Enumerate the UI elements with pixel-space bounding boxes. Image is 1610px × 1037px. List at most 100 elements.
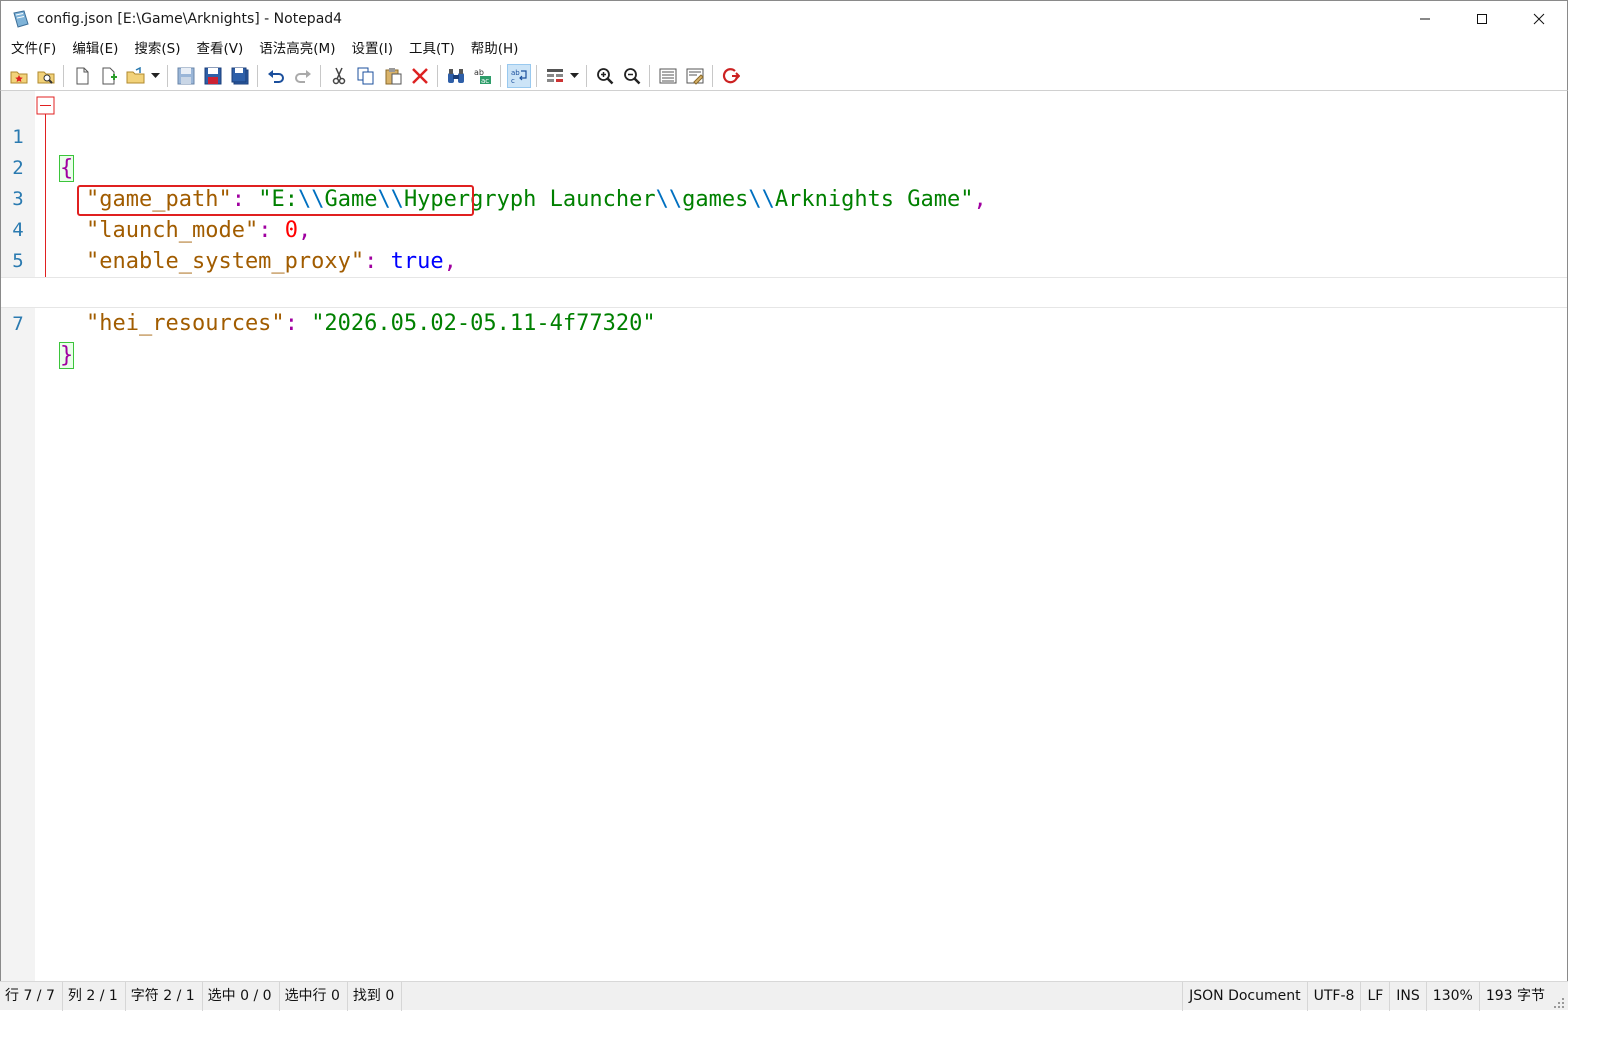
menu-settings[interactable]: 设置(I) — [343, 37, 401, 61]
toolbar-separator — [437, 64, 438, 87]
menu-edit[interactable]: 编辑(E) — [64, 37, 126, 61]
toolbar-separator — [167, 64, 168, 87]
toolbar-separator — [63, 64, 64, 87]
delete-button[interactable] — [408, 64, 432, 88]
status-zoom[interactable]: 130% — [1425, 981, 1479, 1011]
replace-button[interactable]: ab ac — [471, 64, 495, 88]
svg-text:ab: ab — [511, 69, 520, 77]
new-file-button[interactable] — [70, 64, 94, 88]
redo-button[interactable] — [291, 64, 315, 88]
code-line: 3 "launch_mode": 0, — [1, 153, 1567, 243]
scheme-icon — [546, 68, 563, 82]
svg-text:ab: ab — [474, 68, 484, 77]
menu-tools[interactable]: 工具(T) — [401, 37, 463, 61]
open-folder-icon — [126, 66, 144, 83]
toolbar-separator — [536, 64, 537, 87]
favorites-icon — [10, 71, 27, 83]
toolbar: ab ac ab c — [0, 61, 1568, 91]
save-button[interactable] — [174, 64, 198, 88]
status-found[interactable]: 找到 0 — [348, 981, 403, 1011]
code-line: 5 "enable_mod": true, — [1, 215, 1567, 305]
copy-icon — [357, 67, 373, 84]
status-selection[interactable]: 选中 0 / 0 — [203, 981, 280, 1011]
maximize-icon — [1476, 14, 1487, 24]
status-selected-lines[interactable]: 选中行 0 — [280, 981, 348, 1011]
scheme-dropdown[interactable] — [568, 64, 580, 88]
copy-button[interactable] — [354, 64, 378, 88]
status-size: 193 字节 — [1478, 981, 1551, 1011]
favorites-button[interactable] — [7, 64, 31, 88]
zoom-in-button[interactable] — [593, 64, 617, 88]
toolbar-separator — [257, 64, 258, 87]
save-icon — [177, 67, 194, 84]
code-line: 1 { — [1, 91, 1567, 182]
list-icon — [659, 68, 676, 83]
toolbar-separator — [500, 64, 501, 87]
menu-help[interactable]: 帮助(H) — [463, 37, 527, 61]
save-as-icon — [204, 67, 221, 84]
save-copy-icon — [231, 67, 248, 84]
notepad4-icon[interactable] — [10, 8, 32, 30]
new-window-button[interactable] — [97, 64, 121, 88]
close-button[interactable] — [1510, 1, 1567, 37]
menu-file[interactable]: 文件(F) — [3, 37, 64, 61]
resize-grip-icon[interactable] — [1551, 995, 1565, 1009]
code-line-current: 7 } — [1, 277, 1567, 369]
maximize-button[interactable] — [1453, 1, 1510, 37]
toolbar-separator — [712, 64, 713, 87]
status-eol[interactable]: LF — [1360, 981, 1389, 1011]
line-numbers-button[interactable] — [656, 64, 680, 88]
toolbar-separator — [586, 64, 587, 87]
undo-icon — [267, 69, 284, 83]
chevron-down-icon — [150, 72, 160, 78]
chevron-down-icon — [569, 72, 579, 78]
browse-icon — [37, 71, 54, 84]
browse-button[interactable] — [34, 64, 58, 88]
status-bar: 行 7 / 7 列 2 / 1 字符 2 / 1 选中 0 / 0 选中行 0 … — [0, 981, 1568, 1011]
line-number: 7 — [12, 313, 24, 335]
zoom-out-icon — [623, 67, 640, 84]
title-bar: config.json [E:\Game\Arknights] - Notepa… — [0, 0, 1568, 37]
editor-area[interactable]: 1 { 2 "game_path": "E:\\Game\\Hypergryph… — [0, 91, 1568, 981]
brace-close: } — [59, 342, 75, 369]
paste-icon — [385, 67, 401, 84]
minimize-icon — [1419, 18, 1430, 20]
cut-icon — [332, 67, 345, 84]
word-wrap-button[interactable]: ab c — [506, 63, 531, 88]
menu-view[interactable]: 查看(V) — [189, 37, 252, 61]
status-encoding[interactable]: UTF-8 — [1306, 981, 1361, 1011]
delete-icon — [411, 67, 428, 84]
open-dropdown[interactable] — [149, 64, 161, 88]
cut-button[interactable] — [327, 64, 351, 88]
menu-syntax[interactable]: 语法高亮(M) — [251, 37, 343, 61]
status-column[interactable]: 列 2 / 1 — [63, 981, 126, 1011]
code-line: 6 "hei_resources": "2026.05.02-05.11-4f7… — [1, 246, 1567, 336]
menu-search[interactable]: 搜索(S) — [126, 37, 188, 61]
open-button[interactable] — [124, 64, 148, 88]
zoom-out-button[interactable] — [620, 64, 644, 88]
scheme-button[interactable] — [543, 64, 567, 88]
new-window-icon — [102, 67, 117, 84]
paste-button[interactable] — [381, 64, 405, 88]
status-line[interactable]: 行 7 / 7 — [0, 981, 63, 1011]
save-copy-button[interactable] — [228, 64, 252, 88]
minimize-button[interactable] — [1396, 1, 1453, 37]
highlight-annotation-box — [77, 185, 474, 216]
binoculars-icon — [447, 68, 464, 83]
status-lexer[interactable]: JSON Document — [1182, 981, 1307, 1011]
replace-icon: abac — [474, 68, 491, 85]
find-button[interactable] — [444, 64, 468, 88]
view-options-button[interactable] — [683, 64, 707, 88]
status-ins[interactable]: INS — [1389, 981, 1426, 1011]
save-as-button[interactable] — [201, 64, 225, 88]
exit-button[interactable] — [719, 64, 743, 88]
toolbar-separator — [320, 64, 321, 87]
status-char[interactable]: 字符 2 / 1 — [126, 981, 203, 1011]
svg-text:c: c — [511, 77, 515, 85]
new-file-icon — [76, 67, 88, 84]
edit-document-icon — [686, 68, 704, 85]
window-title: config.json [E:\Game\Arknights] - Notepa… — [37, 11, 343, 27]
word-wrap-icon: abc — [511, 69, 527, 85]
code-line: 2 "game_path": "E:\\Game\\Hypergryph Lau… — [1, 122, 1567, 212]
undo-button[interactable] — [264, 64, 288, 88]
